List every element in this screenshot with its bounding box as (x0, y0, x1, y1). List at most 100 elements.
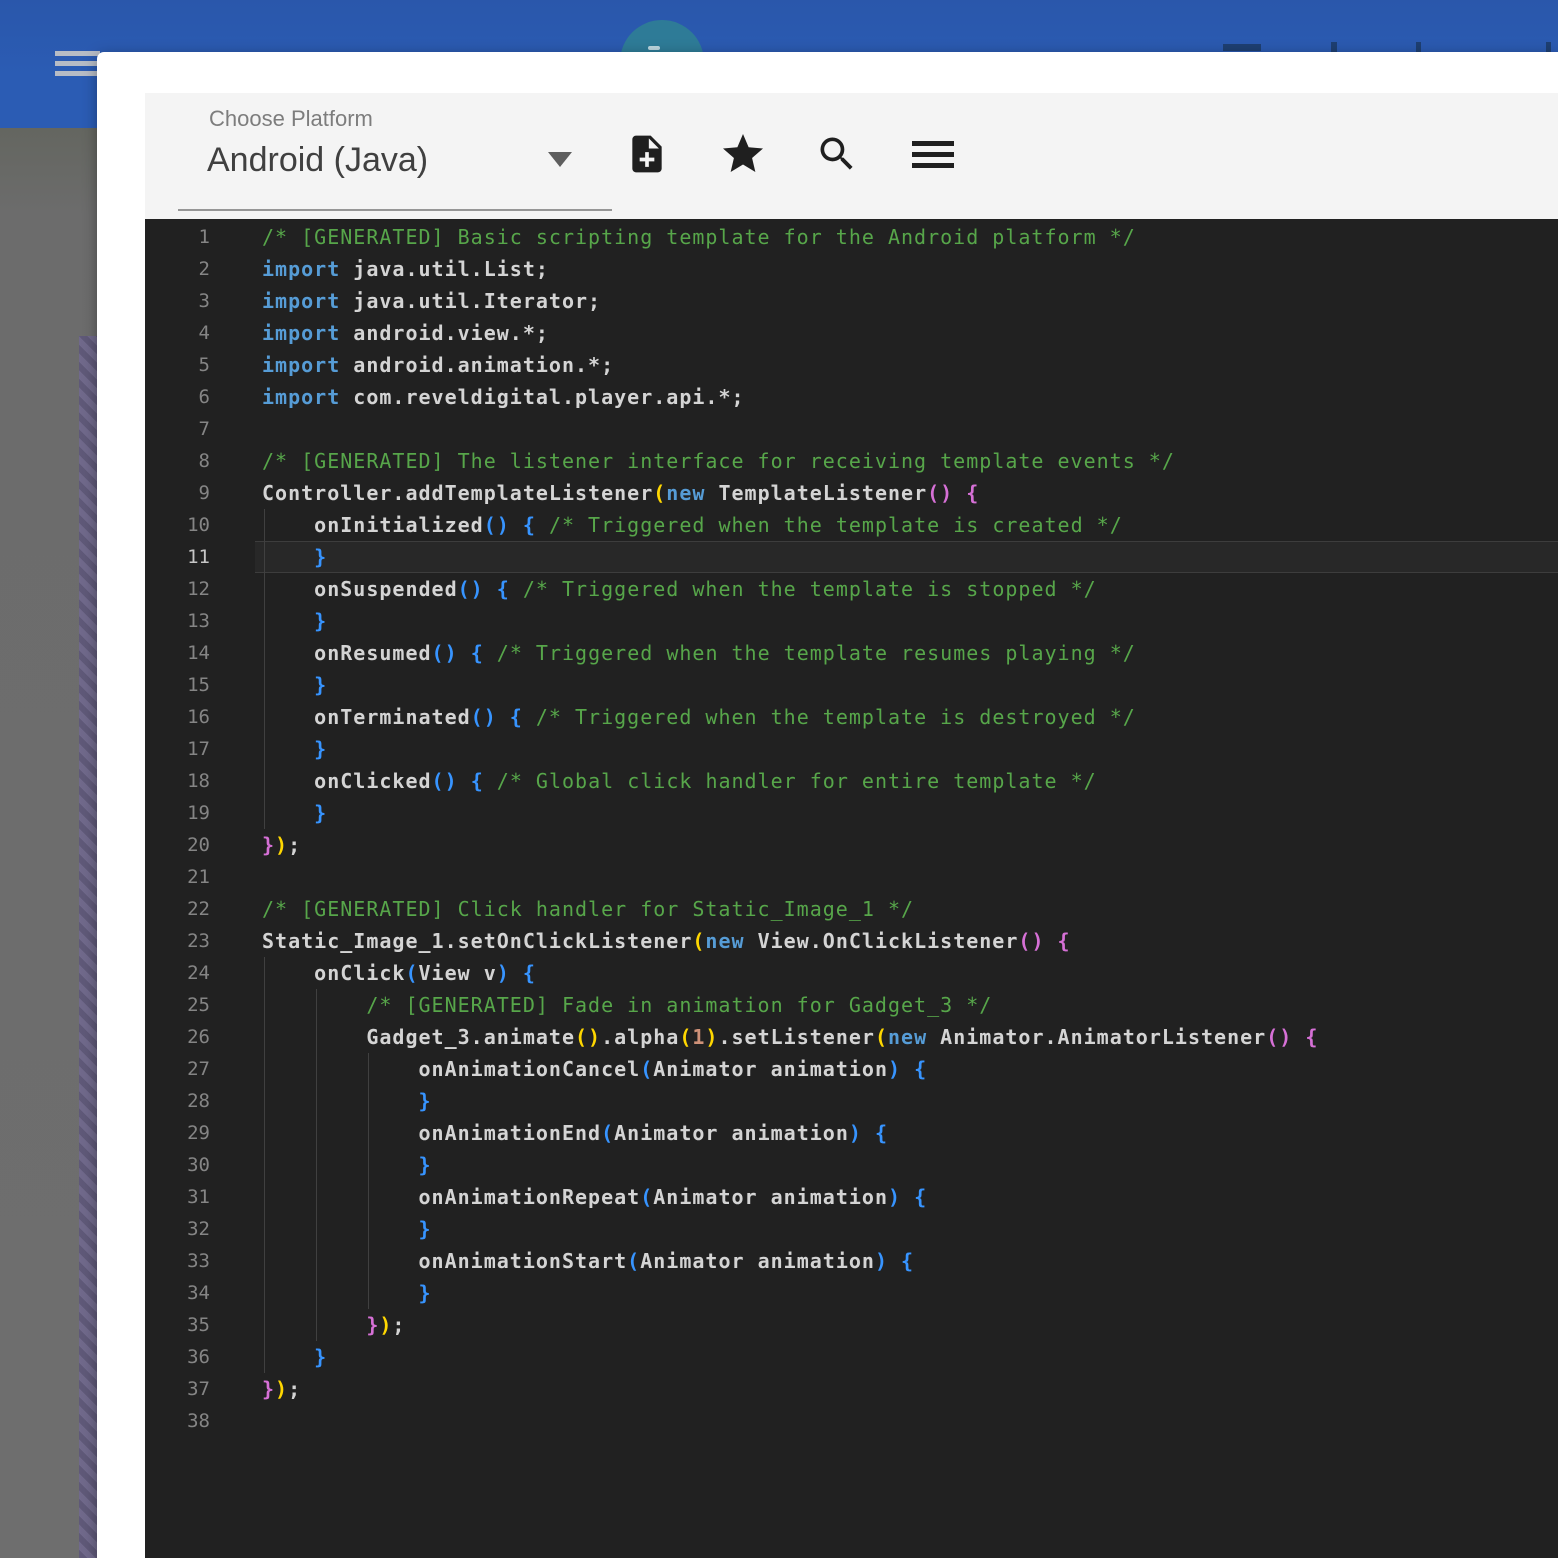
editor-toolbar: Choose Platform Android (Java) (145, 93, 1558, 219)
code-line-text: import java.util.List; (262, 257, 549, 281)
line-number: 33 (187, 1250, 210, 1272)
code-line-text: } (418, 1089, 432, 1113)
hamburger-bar (55, 71, 100, 76)
line-number: 8 (198, 450, 210, 472)
code-line[interactable]: 29 onAnimationEnd(Animator animation) { (145, 1117, 1558, 1149)
favorite-button[interactable] (719, 130, 767, 178)
line-number: 11 (187, 546, 210, 568)
code-line[interactable]: 4 import android.view.*; (145, 317, 1558, 349)
code-line[interactable]: 32 } (145, 1213, 1558, 1245)
line-number: 2 (198, 258, 210, 280)
code-line-text: onAnimationCancel(Animator animation) { (262, 1057, 928, 1081)
code-line-text: import android.animation.*; (262, 353, 615, 377)
line-number: 35 (187, 1314, 210, 1336)
code-line[interactable]: 27 onAnimationCancel(Animator animation)… (145, 1053, 1558, 1085)
code-line[interactable]: 5 import android.animation.*; (145, 349, 1558, 381)
line-number: 7 (198, 418, 210, 440)
code-line-text: } (314, 801, 328, 825)
line-number: 30 (187, 1154, 210, 1176)
line-number: 24 (187, 962, 210, 984)
code-line[interactable]: 2 import java.util.List; (145, 253, 1558, 285)
code-line-text: Static_Image_1.setOnClickListener(new Vi… (262, 929, 1071, 953)
code-line[interactable]: 20}); (145, 829, 1558, 861)
code-line-text: onAnimationEnd(Animator animation) { (262, 1121, 889, 1145)
code-line[interactable]: 15 } (145, 669, 1558, 701)
code-line-text: } (418, 1153, 432, 1177)
app-menu-icon[interactable] (55, 51, 100, 81)
code-line-text: import com.reveldigital.player.api.*; (262, 385, 745, 409)
code-line[interactable]: 18 onClicked() { /* Global click handler… (145, 765, 1558, 797)
code-line-text: onClick(View v) { (262, 961, 536, 985)
line-number: 4 (198, 322, 210, 344)
code-line[interactable]: 35 }); (145, 1309, 1558, 1341)
line-number: 9 (198, 482, 210, 504)
line-number: 13 (187, 610, 210, 632)
line-number: 28 (187, 1090, 210, 1112)
code-editor[interactable]: 1 /* [GENERATED] Basic scripting template… (145, 219, 1558, 1558)
background-pattern-strip (79, 336, 97, 1558)
code-line[interactable]: 16 onTerminated() { /* Triggered when th… (145, 701, 1558, 733)
code-line-text: /* [GENERATED] The listener interface fo… (262, 449, 1175, 473)
code-line[interactable]: 24 onClick(View v) { (145, 957, 1558, 989)
code-line[interactable]: 31 onAnimationRepeat(Animator animation)… (145, 1181, 1558, 1213)
code-line[interactable]: 21 (145, 861, 1558, 893)
platform-select[interactable]: Android (Java) (207, 141, 428, 180)
code-line[interactable]: 10 onInitialized() { /* Triggered when t… (145, 509, 1558, 541)
menu-icon (912, 140, 954, 168)
code-line[interactable]: 30 } (145, 1149, 1558, 1181)
code-line[interactable]: 23 Static_Image_1.setOnClickListener(new … (145, 925, 1558, 957)
favorite-star-icon (719, 130, 767, 178)
code-line[interactable]: 38 (145, 1405, 1558, 1437)
line-number: 3 (198, 290, 210, 312)
new-file-icon (625, 132, 669, 176)
code-line[interactable]: 33 onAnimationStart(Animator animation) … (145, 1245, 1558, 1277)
code-line-text: import android.view.*; (262, 321, 549, 345)
line-number: 36 (187, 1346, 210, 1368)
code-line-text: onSuspended() { /* Triggered when the te… (262, 577, 1097, 601)
code-line-text: import java.util.Iterator; (262, 289, 602, 313)
line-number: 20 (187, 834, 210, 856)
obscured-header-text (1416, 42, 1421, 52)
hamburger-bar (55, 51, 100, 56)
code-line[interactable]: 1 /* [GENERATED] Basic scripting template… (145, 221, 1558, 253)
line-number: 25 (187, 994, 210, 1016)
line-number: 6 (198, 386, 210, 408)
code-line[interactable]: 3 import java.util.Iterator; (145, 285, 1558, 317)
code-line[interactable]: 34 } (145, 1277, 1558, 1309)
hamburger-bar (55, 61, 100, 66)
code-line[interactable]: 19 } (145, 797, 1558, 829)
platform-select-underline (178, 209, 612, 211)
code-line[interactable]: 9 Controller.addTemplateListener(new Temp… (145, 477, 1558, 509)
code-line-text: onClicked() { /* Global click handler fo… (262, 769, 1097, 793)
code-line[interactable]: 22 /* [GENERATED] Click handler for Stati… (145, 893, 1558, 925)
line-number: 19 (187, 802, 210, 824)
search-button[interactable] (813, 130, 861, 178)
line-number: 34 (187, 1282, 210, 1304)
code-line[interactable]: 25 /* [GENERATED] Fade in animation for … (145, 989, 1558, 1021)
code-line-text: } (314, 609, 328, 633)
code-line[interactable]: 36 } (145, 1341, 1558, 1373)
code-line[interactable]: 8 /* [GENERATED] The listener interface f… (145, 445, 1558, 477)
code-line[interactable]: 11 } (145, 541, 1558, 573)
code-line[interactable]: 14 onResumed() { /* Triggered when the t… (145, 637, 1558, 669)
code-line[interactable]: 6 import com.reveldigital.player.api.*; (145, 381, 1558, 413)
new-file-button[interactable] (623, 130, 671, 178)
code-line[interactable]: 7 (145, 413, 1558, 445)
code-line[interactable]: 12 onSuspended() { /* Triggered when the… (145, 573, 1558, 605)
search-icon (815, 132, 859, 176)
code-line[interactable]: 28 } (145, 1085, 1558, 1117)
code-line-text: onAnimationStart(Animator animation) { (262, 1249, 915, 1273)
code-line-text: }); (262, 1377, 302, 1401)
chevron-down-icon[interactable] (548, 152, 572, 167)
code-line-text: } (314, 673, 328, 697)
line-number: 12 (187, 578, 210, 600)
editor-menu-button[interactable] (909, 130, 957, 178)
code-line[interactable]: 26 Gadget_3.animate().alpha(1).setListen… (145, 1021, 1558, 1053)
code-area[interactable]: 1 /* [GENERATED] Basic scripting template… (145, 219, 1558, 1437)
platform-select-label: Choose Platform (209, 106, 373, 131)
line-number: 29 (187, 1122, 210, 1144)
code-line[interactable]: 13 } (145, 605, 1558, 637)
code-line-text: }); (366, 1313, 406, 1337)
code-line[interactable]: 17 } (145, 733, 1558, 765)
code-line[interactable]: 37}); (145, 1373, 1558, 1405)
